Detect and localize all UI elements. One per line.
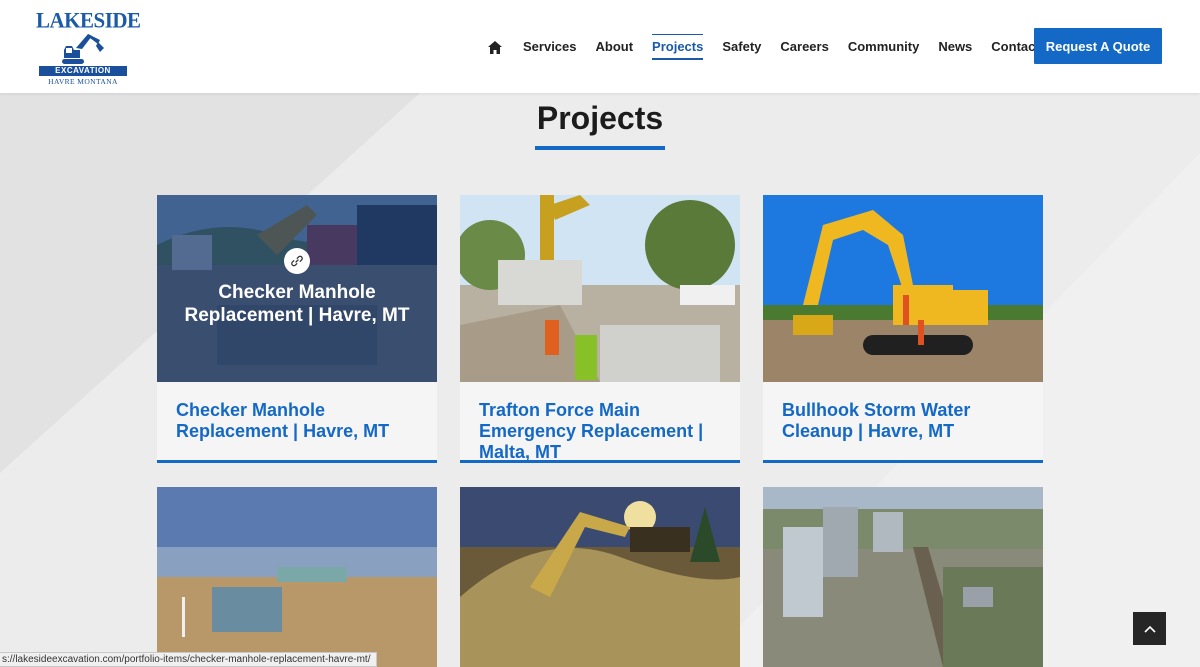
project-title[interactable]: Trafton Force Main Emergency Replacement… xyxy=(479,400,729,463)
title-underline xyxy=(535,146,665,150)
project-card[interactable]: Checker Manhole Replacement | Havre, MT … xyxy=(157,195,437,463)
project-hover-overlay[interactable]: Checker Manhole Replacement | Havre, MT xyxy=(157,195,437,382)
request-quote-button[interactable]: Request A Quote xyxy=(1034,28,1162,64)
project-image[interactable] xyxy=(763,487,1043,667)
nav-news[interactable]: News xyxy=(938,37,972,57)
logo-tagline: EXCAVATION xyxy=(39,66,127,76)
scroll-to-top-button[interactable] xyxy=(1133,612,1166,645)
nav-safety[interactable]: Safety xyxy=(722,37,761,57)
chevron-up-icon xyxy=(1143,620,1156,638)
project-title[interactable]: Checker Manhole Replacement | Havre, MT xyxy=(176,400,426,442)
nav-careers[interactable]: Careers xyxy=(780,37,828,57)
nav-contact[interactable]: Contact xyxy=(991,37,1039,57)
card-accent-bar xyxy=(157,460,437,463)
logo-location: HAVRE MONTANA xyxy=(48,77,118,86)
nav-projects[interactable]: Projects xyxy=(652,34,704,60)
nav-services[interactable]: Services xyxy=(523,37,577,57)
card-accent-bar xyxy=(460,460,740,463)
overlay-title[interactable]: Checker Manhole Replacement | Havre, MT xyxy=(167,281,427,327)
project-image[interactable] xyxy=(460,487,740,667)
project-card[interactable]: Bullhook Storm Water Cleanup | Havre, MT xyxy=(763,195,1043,463)
project-title[interactable]: Bullhook Storm Water Cleanup | Havre, MT xyxy=(782,400,1032,442)
card-accent-bar xyxy=(763,460,1043,463)
site-header: LAKESIDE EXCAVATION HAVRE MONTANA Servic… xyxy=(0,0,1200,93)
site-logo[interactable]: LAKESIDE EXCAVATION HAVRE MONTANA xyxy=(36,7,141,88)
link-icon[interactable] xyxy=(284,248,310,274)
excavator-logo-icon xyxy=(62,34,104,64)
project-image[interactable] xyxy=(157,487,437,667)
nav-about[interactable]: About xyxy=(596,37,634,57)
home-icon[interactable] xyxy=(488,39,506,55)
project-card[interactable]: Trafton Force Main Emergency Replacement… xyxy=(460,195,740,463)
main-nav: Services About Projects Safety Careers C… xyxy=(488,34,1059,60)
page-title: Projects xyxy=(536,100,664,136)
project-image[interactable] xyxy=(460,195,740,382)
browser-status-url: s://lakesideexcavation.com/portfolio-ite… xyxy=(0,652,378,667)
project-image[interactable] xyxy=(763,195,1043,382)
nav-community[interactable]: Community xyxy=(848,37,920,57)
